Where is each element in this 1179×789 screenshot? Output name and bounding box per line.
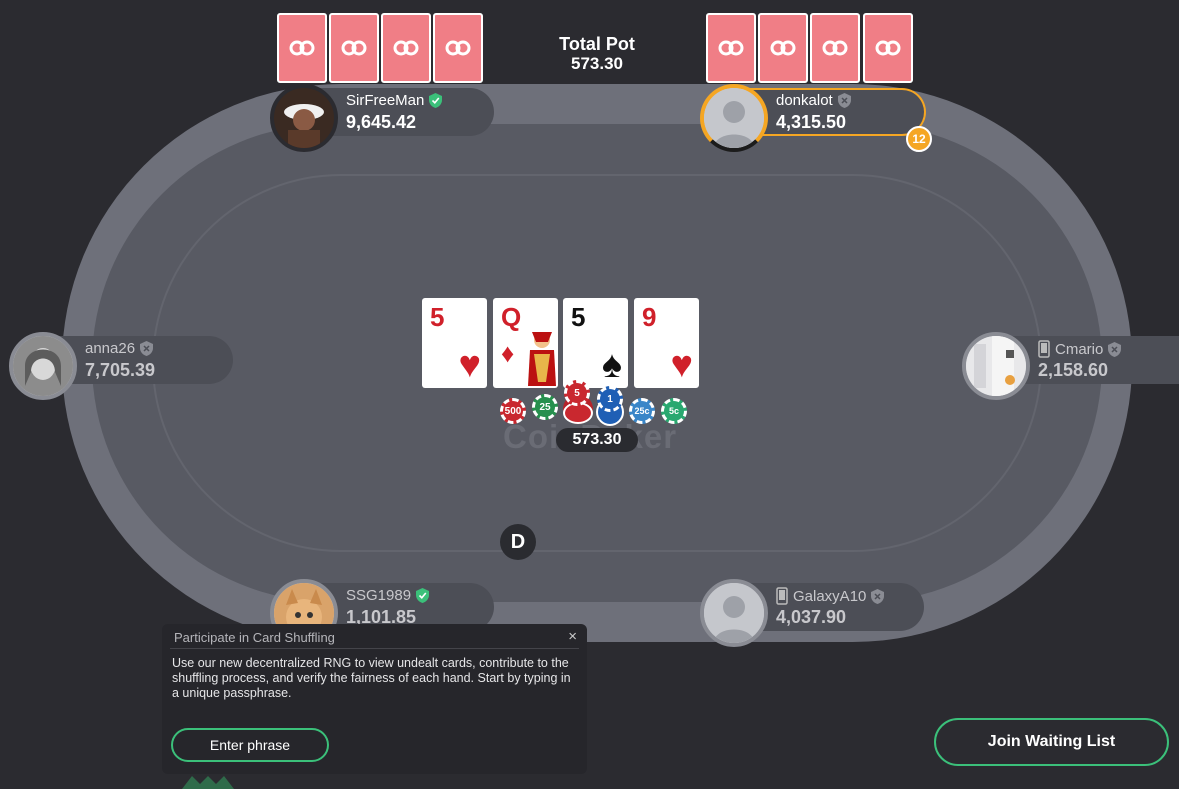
community-card: 5 ♥ <box>422 298 487 388</box>
mobile-device-icon <box>1038 340 1050 358</box>
seat-sirfreeman[interactable]: SirFreeMan 9,645.42 <box>270 84 494 152</box>
player-name-row: SSG1989 <box>346 587 430 604</box>
player-stack: 2,158.60 <box>1038 360 1109 380</box>
panel-title: Participate in Card Shuffling <box>174 630 335 645</box>
dealer-button: D <box>500 524 536 560</box>
card-rank: 9 <box>642 302 657 332</box>
panel-description: Use our new decentralized RNG to view un… <box>172 656 571 700</box>
turn-timer-badge: 12 <box>906 126 932 152</box>
player-name: SirFreeMan <box>346 92 425 109</box>
community-card: 9 ♥ <box>634 298 699 388</box>
player-name: SSG1989 <box>346 587 412 604</box>
hole-card-back <box>758 13 808 83</box>
player-name: donkalot <box>776 92 833 109</box>
total-pot: Total Pot 573.30 <box>530 34 664 74</box>
hole-card-back <box>329 13 379 83</box>
diamond-suit-icon: ♦ <box>501 338 515 368</box>
avatar <box>962 332 1030 400</box>
chip-5c: 5c <box>661 398 687 424</box>
card-rank: 5 <box>571 302 586 332</box>
card-rank: Q <box>501 302 522 332</box>
enter-phrase-button[interactable]: Enter phrase <box>171 728 329 762</box>
player-stack: 4,037.90 <box>776 607 847 627</box>
avatar <box>700 84 768 152</box>
divider <box>170 648 579 649</box>
card-shuffling-panel: Participate in Card Shuffling × Use our … <box>162 624 587 774</box>
close-icon[interactable]: × <box>568 628 577 645</box>
chip-25c: 25c <box>629 398 655 424</box>
card-rank: 5 <box>430 302 445 332</box>
queen-face-icon <box>528 332 556 386</box>
community-card: Q ♦ <box>493 298 558 388</box>
hole-card-back <box>381 13 431 83</box>
hole-card-back <box>277 13 327 83</box>
avatar <box>270 84 338 152</box>
unverified-shield-icon <box>1108 341 1122 357</box>
player-stack: 9,645.42 <box>346 112 417 132</box>
chip-5: 5 <box>564 380 590 406</box>
spade-suit-icon: ♠ <box>601 344 622 386</box>
player-name-row: GalaxyA10 <box>776 587 885 605</box>
total-pot-value: 573.30 <box>571 54 623 73</box>
chip-500: 500 <box>500 398 526 424</box>
avatar <box>700 579 768 647</box>
player-name-row: SirFreeMan <box>346 92 443 109</box>
player-name: Cmario <box>1055 340 1104 358</box>
player-stack: 7,705.39 <box>85 360 156 380</box>
chip-1: 1 <box>597 386 623 412</box>
hole-card-back <box>706 13 756 83</box>
heart-suit-icon: ♥ <box>670 344 693 386</box>
player-name: anna26 <box>85 340 136 357</box>
hole-card-back <box>863 13 913 83</box>
player-name-row: anna26 <box>85 340 154 357</box>
hole-card-back <box>433 13 483 83</box>
seat-cmario[interactable]: Cmario 2,158.60 <box>962 332 1179 400</box>
seat-anna26[interactable]: anna26 7,705.39 <box>9 332 233 400</box>
panel-pointer-decoration <box>182 776 234 789</box>
unverified-shield-icon <box>871 588 885 604</box>
mobile-device-icon <box>776 587 788 605</box>
unverified-shield-icon <box>837 93 851 108</box>
seat-donkalot[interactable]: donkalot 4,315.50 <box>700 84 926 152</box>
player-stack: 4,315.50 <box>776 112 847 132</box>
seat-galaxya10[interactable]: GalaxyA10 4,037.90 <box>700 579 924 647</box>
avatar <box>9 332 77 400</box>
total-pot-label: Total Pot <box>559 34 635 54</box>
center-pot-amount: 573.30 <box>556 428 638 452</box>
heart-suit-icon: ♥ <box>458 344 481 386</box>
chip-25: 25 <box>532 394 558 420</box>
player-name: GalaxyA10 <box>793 587 867 605</box>
hole-card-back <box>810 13 860 83</box>
community-card: 5 ♠ <box>563 298 628 388</box>
verified-shield-icon <box>429 93 443 108</box>
verified-shield-icon <box>416 588 430 603</box>
unverified-shield-icon <box>140 341 154 356</box>
join-waiting-list-button[interactable]: Join Waiting List <box>934 718 1169 766</box>
player-name-row: donkalot <box>776 92 851 109</box>
player-name-row: Cmario <box>1038 340 1122 358</box>
